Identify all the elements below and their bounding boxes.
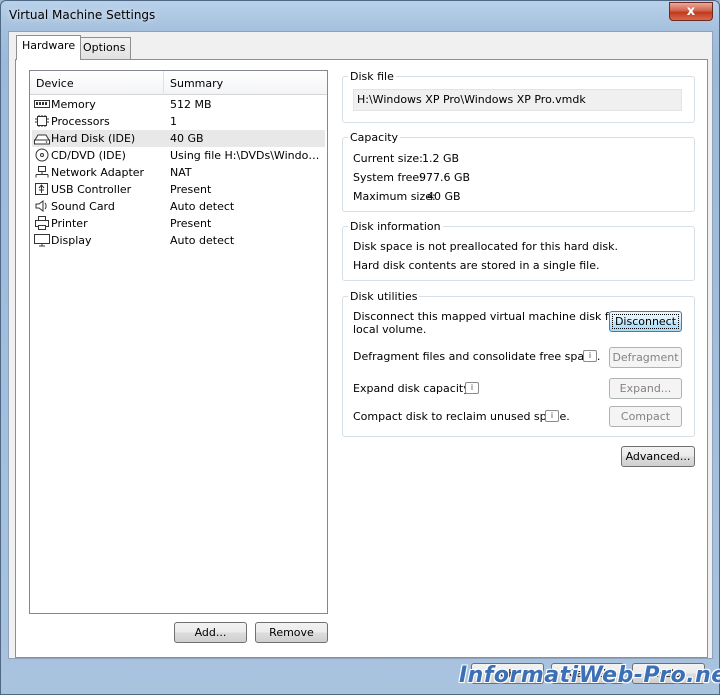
list-item-network-adapter[interactable]: Network Adapter NAT	[32, 164, 325, 181]
column-separator[interactable]	[163, 71, 164, 95]
cd-dvd-icon	[35, 148, 49, 162]
device-name: Display	[51, 234, 92, 247]
settings-window: Virtual Machine Settings x Hardware Opti…	[0, 0, 720, 695]
list-item-hard-disk[interactable]: Hard Disk (IDE) 40 GB	[32, 130, 325, 147]
usb-icon	[35, 183, 48, 195]
column-header-device[interactable]: Device	[36, 77, 74, 90]
list-item-memory[interactable]: Memory 512 MB	[32, 96, 325, 113]
speaker-icon	[35, 200, 47, 212]
list-item-display[interactable]: Display Auto detect	[32, 232, 325, 249]
device-summary: 40 GB	[170, 132, 204, 145]
disconnect-button[interactable]: Disconnect	[609, 311, 682, 332]
device-summary: Auto detect	[170, 234, 235, 247]
disk-utilities-group: Disk utilities Disconnect this mapped vi…	[342, 290, 695, 437]
advanced-button[interactable]: Advanced...	[621, 446, 695, 467]
printer-icon	[35, 216, 49, 230]
list-item-usb-controller[interactable]: USB Controller Present	[32, 181, 325, 198]
info-icon[interactable]: i	[545, 410, 559, 422]
device-summary: Present	[170, 183, 212, 196]
defragment-button[interactable]: Defragment	[609, 347, 682, 368]
list-item-printer[interactable]: Printer Present	[32, 215, 325, 232]
defragment-description: Defragment files and consolidate free sp…	[353, 350, 601, 363]
device-name: Printer	[51, 217, 88, 230]
close-button[interactable]: x	[669, 2, 713, 21]
dialog-client-area: Hardware Options Device Summary Memory 5…	[8, 31, 713, 659]
info-icon[interactable]: i	[583, 350, 597, 362]
tab-options[interactable]: Options	[77, 37, 132, 59]
compact-description: Compact disk to reclaim unused space.	[353, 410, 570, 423]
device-summary: Present	[170, 217, 212, 230]
system-free-label: System free:	[353, 171, 423, 184]
disk-info-line-1: Disk space is not preallocated for this …	[353, 240, 618, 253]
memory-icon	[34, 100, 50, 108]
compact-button[interactable]: Compact	[609, 406, 682, 427]
remove-button[interactable]: Remove	[255, 622, 328, 643]
window-title: Virtual Machine Settings	[9, 8, 156, 22]
device-name: USB Controller	[51, 183, 132, 196]
tab-hardware[interactable]: Hardware	[16, 35, 82, 60]
disconnect-button-label: Disconnect	[611, 314, 680, 329]
current-size-value: 1.2 GB	[422, 152, 460, 165]
device-summary: 1	[170, 115, 177, 128]
title-bar[interactable]: Virtual Machine Settings x	[1, 1, 719, 31]
device-summary: 512 MB	[170, 98, 212, 111]
maximum-size-value: 40 GB	[427, 190, 461, 203]
device-name: Memory	[51, 98, 96, 111]
disk-file-path-field[interactable]: H:\Windows XP Pro\Windows XP Pro.vmdk	[353, 89, 682, 111]
device-summary: Auto detect	[170, 200, 235, 213]
device-summary: Using file H:\DVDs\Windows ...	[170, 149, 322, 162]
list-header: Device Summary	[30, 71, 327, 95]
hard-disk-icon	[34, 134, 50, 145]
list-item-sound-card[interactable]: Sound Card Auto detect	[32, 198, 325, 215]
add-button[interactable]: Add...	[174, 622, 247, 643]
maximum-size-label: Maximum size:	[353, 190, 436, 203]
group-title: Disk information	[348, 220, 443, 233]
group-title: Disk file	[348, 70, 396, 83]
info-icon[interactable]: i	[465, 382, 479, 394]
device-name: CD/DVD (IDE)	[51, 149, 126, 162]
device-name: Processors	[51, 115, 110, 128]
system-free-value: 977.6 GB	[419, 171, 471, 184]
device-name: Sound Card	[51, 200, 115, 213]
expand-description: Expand disk capacity.	[353, 382, 472, 395]
group-title: Capacity	[348, 131, 401, 144]
list-item-cd-dvd[interactable]: CD/DVD (IDE) Using file H:\DVDs\Windows …	[32, 147, 325, 164]
device-name: Hard Disk (IDE)	[51, 132, 136, 145]
processor-icon	[35, 115, 49, 127]
list-item-processors[interactable]: Processors 1	[32, 113, 325, 130]
disconnect-description-line-1: Disconnect this mapped virtual machine d…	[353, 310, 641, 323]
disconnect-description-line-2: local volume.	[353, 323, 427, 336]
device-summary: NAT	[170, 166, 192, 179]
network-adapter-icon	[35, 166, 49, 178]
capacity-group: Capacity Current size: 1.2 GB System fre…	[342, 131, 695, 212]
display-icon	[34, 234, 50, 247]
disk-file-group: Disk file H:\Windows XP Pro\Windows XP P…	[342, 70, 695, 123]
hardware-tab-panel: Device Summary Memory 512 MB Processors …	[15, 59, 708, 658]
current-size-label: Current size:	[353, 152, 423, 165]
device-name: Network Adapter	[51, 166, 145, 179]
expand-button[interactable]: Expand...	[609, 378, 682, 399]
column-header-summary[interactable]: Summary	[170, 77, 223, 90]
device-list[interactable]: Device Summary Memory 512 MB Processors …	[29, 70, 328, 614]
watermark: InformatiWeb-Pro.net	[459, 663, 720, 688]
disk-information-group: Disk information Disk space is not preal…	[342, 220, 695, 281]
disk-info-line-2: Hard disk contents are stored in a singl…	[353, 259, 600, 272]
group-title: Disk utilities	[348, 290, 420, 303]
